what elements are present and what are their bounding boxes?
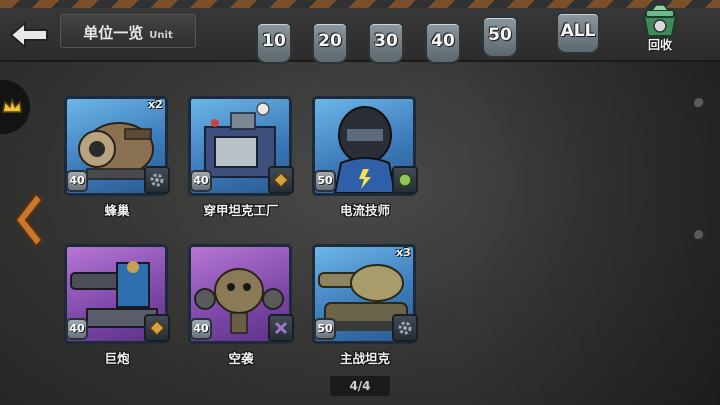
unit-card-air-strike[interactable]: 40 空袭 — [188, 244, 294, 374]
unit-level-badge: 40 — [66, 318, 88, 340]
page-subtitle: Unit — [149, 30, 173, 41]
crown-icon — [2, 97, 22, 113]
gear-icon — [150, 173, 164, 187]
back-arrow-icon — [9, 21, 48, 49]
page-title: 单位一览 — [83, 24, 144, 42]
chevron-left-icon — [14, 192, 44, 248]
unit-type-badge — [268, 314, 294, 342]
page-title-panel: 单位一览 Unit — [60, 14, 196, 48]
unit-level-badge: 40 — [190, 318, 212, 340]
unit-card-hive[interactable]: x2 40 蜂巢 — [64, 96, 170, 226]
unit-level-badge: 40 — [66, 170, 88, 192]
unit-count: x3 — [396, 246, 411, 259]
unit-name: 主战坦克 — [339, 351, 390, 366]
unit-level-badge: 50 — [314, 170, 336, 192]
tab-label: ALL — [560, 21, 596, 41]
unit-type-badge — [392, 166, 418, 194]
level-tab-10[interactable]: 10 — [256, 22, 292, 64]
unit-type-badge — [268, 166, 294, 194]
level-tab-40[interactable]: 40 — [425, 22, 461, 64]
rivet-decoration — [694, 98, 704, 108]
tab-label: 50 — [488, 25, 512, 45]
unit-card-main-battle-tank[interactable]: x3 50 主战坦克 — [312, 244, 418, 374]
level-tab-all[interactable]: ALL — [556, 12, 600, 54]
tab-label: 30 — [374, 31, 398, 51]
diamond-icon — [273, 172, 289, 188]
level-tab-30[interactable]: 30 — [368, 22, 404, 64]
level-tab-20[interactable]: 20 — [312, 22, 348, 64]
tab-label: 20 — [318, 31, 342, 51]
unit-card-tank-factory[interactable]: 40 穿甲坦克工厂 — [188, 96, 294, 226]
rivet-decoration — [694, 230, 704, 240]
unit-count: x2 — [148, 98, 163, 111]
unit-level-badge: 50 — [314, 318, 336, 340]
unit-type-badge — [144, 166, 170, 194]
level-tab-50[interactable]: 50 — [482, 16, 518, 58]
prev-page-button[interactable] — [10, 190, 44, 250]
tab-label: 10 — [262, 31, 286, 51]
gear-icon — [398, 321, 412, 335]
recycle-button[interactable]: 回收 — [632, 4, 688, 56]
orb-icon — [398, 173, 412, 187]
unit-type-badge — [144, 314, 170, 342]
tab-label: 40 — [431, 31, 455, 51]
unit-level-badge: 40 — [190, 170, 212, 192]
diamond-icon — [149, 320, 165, 336]
hazard-stripe — [0, 0, 720, 8]
recycle-label: 回收 — [647, 38, 672, 52]
unit-name: 电流技师 — [339, 203, 390, 218]
unit-card-giant-cannon[interactable]: 40 巨炮 — [64, 244, 170, 374]
crossed-icon — [274, 321, 288, 335]
page-indicator: 4/4 — [330, 376, 390, 396]
back-button[interactable] — [6, 18, 54, 52]
unit-card-electric-technician[interactable]: 50 电流技师 — [312, 96, 418, 226]
unit-type-badge — [392, 314, 418, 342]
recycle-bin-icon — [642, 4, 678, 37]
